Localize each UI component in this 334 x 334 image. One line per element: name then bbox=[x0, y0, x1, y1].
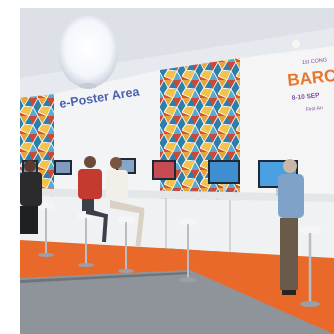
exhibition-photo: e-Poster Area 1st CONG BARC 8-10 SEP Fir… bbox=[20, 8, 334, 334]
ceiling-spotlight bbox=[292, 40, 300, 48]
ceiling-lamp bbox=[58, 16, 118, 88]
monitor bbox=[54, 160, 72, 175]
monitor bbox=[152, 160, 176, 180]
